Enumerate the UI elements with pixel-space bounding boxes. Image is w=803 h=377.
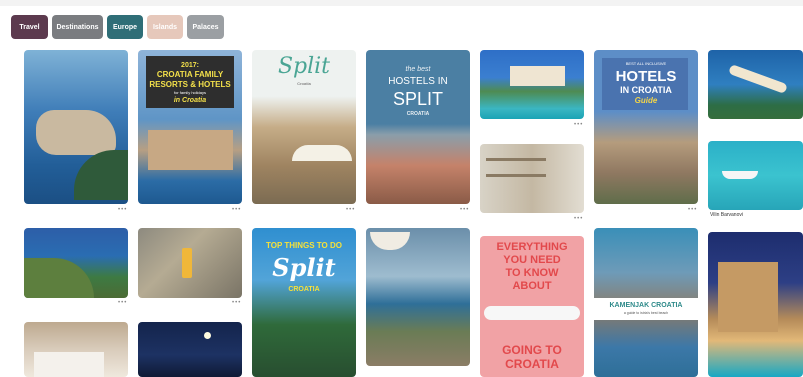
pin-cafe-interior[interactable] — [480, 144, 584, 213]
pin-villa-pool-night[interactable] — [708, 232, 803, 377]
pin-title-line: GOING TO — [502, 343, 562, 357]
pin-title-line: TOP THINGS TO DO — [265, 241, 342, 250]
pin-image-glass — [182, 248, 192, 278]
pin-title-line: Split — [272, 253, 336, 282]
pin-title-line: KAMENJAK CROATIA — [609, 302, 683, 309]
pin-croatia-family-resorts[interactable]: 2017: CROATIA FAMILY RESORTS & HOTELS fo… — [138, 50, 242, 204]
filter-destinations[interactable]: Destinations — [52, 15, 103, 39]
filter-bar: Travel Destinations Europe Islands Palac… — [11, 15, 224, 39]
pin-title-line: RESORTS & HOTELS — [149, 80, 231, 89]
pin-title-line: BEST ALL INCLUSIVE — [625, 61, 667, 66]
pin-night-moon[interactable] — [138, 322, 242, 377]
pin-title-line: IN CROATIA — [620, 85, 672, 95]
pin-title-line: 2017: — [181, 62, 199, 69]
pin-image-umbrella — [370, 232, 410, 250]
pin-menu-dots[interactable]: ••• — [118, 207, 127, 213]
pin-hotel-room[interactable] — [24, 322, 128, 377]
pin-resort-pool[interactable] — [480, 50, 584, 119]
pin-menu-dots[interactable]: ••• — [346, 207, 355, 213]
pin-caption: Vilin Barvanovi — [710, 212, 743, 218]
pin-menu-dots[interactable]: ••• — [118, 300, 127, 306]
pin-title-line: Guide — [634, 96, 658, 105]
pin-title-line: for family holidays — [173, 90, 206, 95]
filter-travel[interactable]: Travel — [11, 15, 48, 39]
pin-title-line: HOTELS — [615, 68, 677, 85]
pin-title-line: TO KNOW — [505, 267, 559, 279]
pin-top-things-split[interactable]: TOP THINGS TO DO Split CROATIA — [252, 228, 356, 377]
pin-menu-dots[interactable]: ••• — [574, 216, 583, 222]
pin-all-inclusive-hotels[interactable]: BEST ALL INCLUSIVE HOTELS IN CROATIA Gui… — [594, 50, 698, 204]
pin-dubrovnik-coast[interactable] — [24, 50, 128, 204]
pin-coastal-cliffs[interactable] — [24, 228, 128, 298]
pin-menu-dots[interactable]: ••• — [232, 300, 241, 306]
pin-title-line: ABOUT — [512, 280, 552, 292]
airplane-icon — [484, 306, 580, 320]
moon-icon — [204, 332, 211, 339]
pin-image-villa — [718, 262, 778, 332]
pin-image-walls — [148, 130, 233, 170]
pin-title-line: YOU NEED — [503, 254, 561, 266]
pin-menu-dots[interactable]: ••• — [688, 207, 697, 213]
pin-title-line: CROATIA — [406, 111, 430, 117]
pin-subtitle: Croatia — [297, 81, 311, 86]
pin-image-bed — [34, 352, 104, 377]
pin-title-line: the best — [405, 66, 431, 73]
pin-image-hill — [74, 150, 128, 200]
filter-europe[interactable]: Europe — [107, 15, 143, 39]
pin-alley-drink[interactable] — [138, 228, 242, 298]
pin-best-hostels-split[interactable]: the best HOSTELS IN SPLIT CROATIA — [366, 50, 470, 204]
pin-image-shelf — [486, 158, 546, 161]
boat-icon — [722, 171, 758, 179]
pin-image-hotel — [510, 66, 565, 86]
pin-image-sandbar — [728, 64, 788, 94]
pin-menu-dots[interactable]: ••• — [460, 207, 469, 213]
pin-menu-dots[interactable]: ••• — [574, 122, 583, 128]
pin-image-town — [36, 110, 116, 155]
filter-palaces[interactable]: Palaces — [187, 15, 224, 39]
filter-islands[interactable]: Islands — [147, 15, 183, 39]
pin-kamenjak-croatia[interactable]: KAMENJAK CROATIA a guide to istria's bes… — [594, 228, 698, 377]
pin-title-line: SPLIT — [392, 89, 444, 109]
pin-title-line: CROATIA — [288, 286, 320, 293]
pin-sandbar-beach[interactable] — [708, 50, 803, 119]
pin-title-line: HOSTELS IN — [388, 76, 448, 87]
pin-split-street[interactable]: Split Croatia — [252, 50, 356, 204]
pin-boat-lagoon[interactable] — [708, 141, 803, 210]
top-divider — [0, 0, 803, 6]
pin-title-line: CROATIA FAMILY — [156, 70, 224, 79]
pin-everything-croatia[interactable]: EVERYTHING YOU NEED TO KNOW ABOUT GOING … — [480, 236, 584, 377]
pin-title-line: EVERYTHING — [496, 241, 568, 253]
pin-title-line: a guide to istria's best beach — [623, 311, 669, 315]
pin-title: Split — [277, 54, 331, 79]
pin-image-umbrella — [292, 145, 352, 161]
pin-image-cliff — [24, 258, 94, 298]
pin-title-line: in Croatia — [173, 97, 207, 104]
pin-image-shelf — [486, 174, 546, 177]
pin-menu-dots[interactable]: ••• — [232, 207, 241, 213]
pin-terrace-sea[interactable] — [366, 228, 470, 366]
pin-title-line: CROATIA — [505, 357, 559, 371]
